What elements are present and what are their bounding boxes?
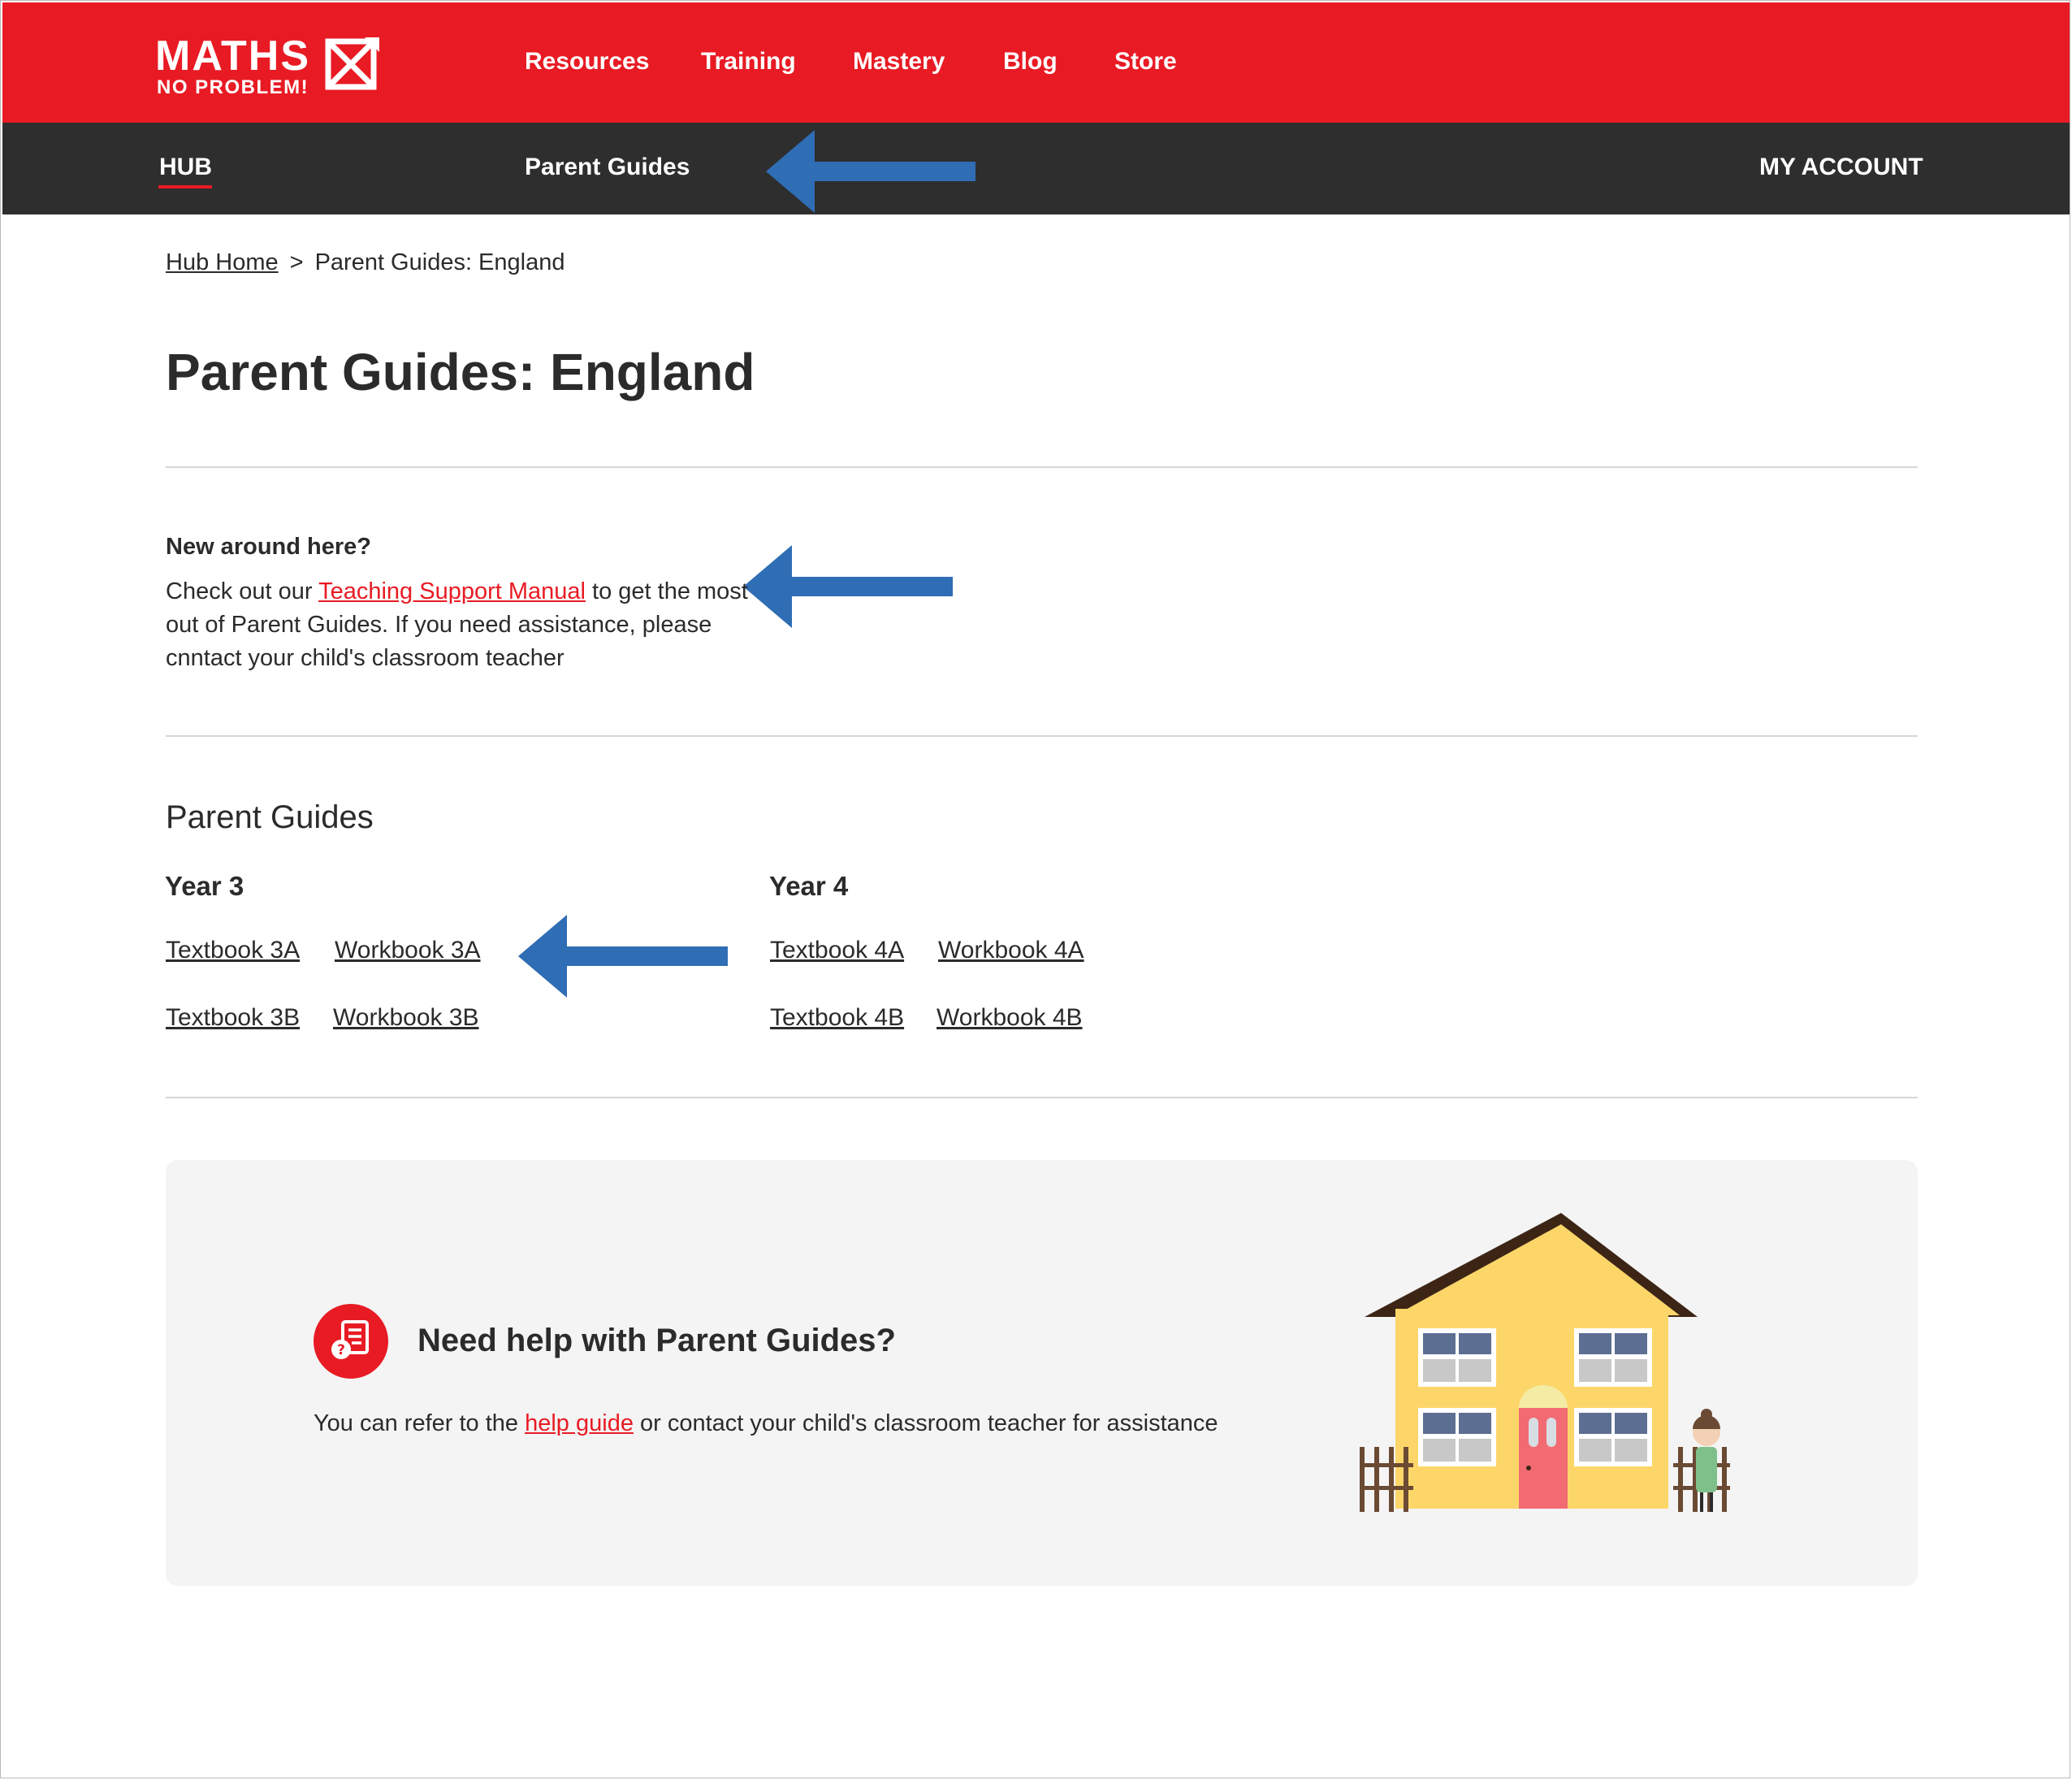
nav-resources[interactable]: Resources: [525, 48, 649, 76]
help-text-after: or contact your child's classroom teache…: [633, 1410, 1218, 1436]
nav-mastery[interactable]: Mastery: [853, 48, 945, 76]
subnav-hub[interactable]: HUB: [159, 154, 212, 181]
breadcrumb-current: Parent Guides: England: [314, 249, 565, 275]
year-3-heading: Year 3: [165, 871, 244, 901]
logo-main-text: MATHS: [155, 32, 311, 80]
teaching-support-manual-link[interactable]: Teaching Support Manual: [318, 578, 586, 604]
workbook-4b-link[interactable]: Workbook 4B: [937, 1003, 1083, 1033]
divider: [166, 735, 1918, 737]
year-4-heading: Year 4: [769, 871, 849, 901]
help-question-icon: ?: [314, 1304, 388, 1379]
breadcrumb-separator: >: [289, 249, 304, 275]
help-panel: ? Need help with Parent Guides? You can …: [166, 1160, 1918, 1586]
maths-no-problem-logo[interactable]: MATHS NO PROBLEM!: [155, 35, 399, 100]
textbook-3a-link[interactable]: Textbook 3A: [166, 936, 300, 965]
help-title: Need help with Parent Guides?: [417, 1323, 896, 1358]
house-illustration: [1360, 1213, 1730, 1512]
help-text: You can refer to the help guide or conta…: [314, 1409, 1218, 1438]
workbook-3a-link[interactable]: Workbook 3A: [335, 936, 481, 965]
workbook-4a-link[interactable]: Workbook 4A: [938, 936, 1084, 965]
page-title: Parent Guides: England: [166, 343, 755, 401]
annotation-arrow-icon: [766, 130, 975, 213]
top-nav-bar: MATHS NO PROBLEM! Resources Training Mas…: [2, 2, 2070, 123]
workbook-3b-link[interactable]: Workbook 3B: [333, 1003, 479, 1033]
textbook-3b-link[interactable]: Textbook 3B: [166, 1003, 300, 1033]
divider: [166, 466, 1918, 468]
annotation-arrow-icon: [518, 915, 728, 998]
intro-heading: New around here?: [166, 534, 371, 560]
help-guide-link[interactable]: help guide: [525, 1410, 634, 1436]
intro-text-before: Check out our: [166, 578, 319, 604]
subnav-parent-guides[interactable]: Parent Guides: [525, 154, 690, 181]
nav-blog[interactable]: Blog: [1003, 48, 1058, 76]
breadcrumb-hub-home[interactable]: Hub Home: [166, 249, 279, 275]
annotation-arrow-icon: [743, 545, 953, 628]
intro-text: Check out our Teaching Support Manual to…: [166, 575, 767, 675]
textbook-4a-link[interactable]: Textbook 4A: [770, 936, 904, 965]
parent-guides-heading: Parent Guides: [166, 799, 374, 835]
hub-active-indicator: [158, 185, 212, 188]
divider: [166, 1097, 1918, 1098]
svg-text:?: ?: [337, 1342, 345, 1358]
maths-logo-icon: [325, 37, 379, 90]
textbook-4b-link[interactable]: Textbook 4B: [770, 1003, 904, 1033]
nav-training[interactable]: Training: [701, 48, 796, 76]
breadcrumb: Hub Home > Parent Guides: England: [166, 249, 565, 276]
subnav-my-account[interactable]: MY ACCOUNT: [1759, 154, 1923, 181]
nav-store[interactable]: Store: [1114, 48, 1177, 76]
sub-nav-bar: HUB Parent Guides MY ACCOUNT: [2, 123, 2070, 214]
help-text-before: You can refer to the: [314, 1410, 526, 1436]
logo-sub-text: NO PROBLEM!: [157, 76, 309, 98]
